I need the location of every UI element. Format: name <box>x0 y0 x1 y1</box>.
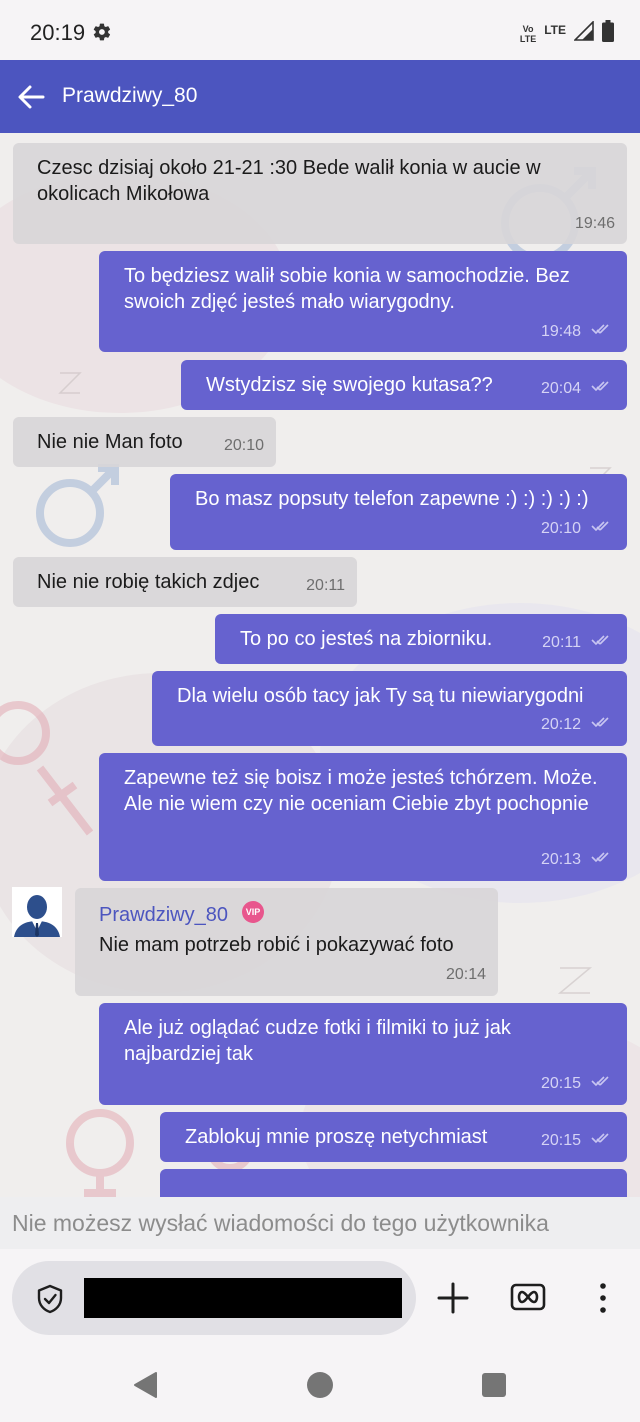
shield-check-icon[interactable] <box>34 1283 66 1315</box>
chat-area[interactable]: Czesc dzisiaj około 21-21 :30 Bede walił… <box>0 133 640 1197</box>
more-vertical-icon[interactable] <box>590 1281 616 1315</box>
message-text: Zapewne też się boisz i może jesteś tchó… <box>124 767 598 815</box>
message-bubble-outgoing[interactable]: To będziesz walił sobie konia w samochod… <box>99 251 627 352</box>
message-time: 20:15 <box>540 1075 581 1092</box>
status-time: 20:19 <box>30 20 86 45</box>
message-text: Zablokuj mnie proszę netychmiast <box>185 1126 488 1148</box>
message-time: 20:10 <box>223 437 264 454</box>
network-type: LTE <box>544 22 566 37</box>
message-time: 20:12 <box>540 716 581 733</box>
message-bubble-incoming[interactable]: Nie nie Man foto 20:10 <box>13 417 276 467</box>
message-bubble-outgoing[interactable]: Zapewne też się boisz i może jesteś tchó… <box>99 753 627 881</box>
message-time: 20:10 <box>540 520 581 537</box>
message-bubble-incoming[interactable]: Prawdziwy_80 VIP Nie mam potrzeb robić i… <box>75 888 498 996</box>
input-bar <box>0 1249 640 1343</box>
double-check-icon <box>591 717 609 728</box>
nav-back-icon[interactable] <box>132 1371 158 1404</box>
status-indicators: Vo LTE LTE <box>520 20 614 47</box>
message-time: 20:13 <box>540 851 581 868</box>
sender-name[interactable]: Prawdziwy_80 <box>99 902 228 928</box>
chat-title[interactable]: Prawdziwy_80 <box>62 84 197 108</box>
redacted-input-content[interactable] <box>84 1278 402 1318</box>
message-text: Czesc dzisiaj około 21-21 :30 Bede walił… <box>37 157 541 205</box>
double-check-icon <box>591 1133 609 1144</box>
status-bar: 20:19 Vo LTE LTE <box>0 0 640 60</box>
double-check-icon <box>591 852 609 863</box>
message-text: Nie mam potrzeb robić i pokazywać foto <box>99 934 454 956</box>
message-bubble-outgoing[interactable]: To po co jesteś na zbiorniku. 20:11 <box>215 614 627 664</box>
double-check-icon <box>591 1076 609 1087</box>
double-check-icon <box>591 381 609 392</box>
message-bubble-outgoing[interactable]: Zablokuj mnie proszę netychmiast 20:15 <box>160 1112 627 1162</box>
message-bubble-incoming[interactable]: Nie nie robię takich zdjec 20:11 <box>13 557 357 607</box>
message-text: To będziesz walił sobie konia w samochod… <box>124 265 570 313</box>
message-time: 19:48 <box>540 323 581 340</box>
message-time: 20:14 <box>445 966 486 983</box>
message-time: 20:15 <box>540 1132 581 1149</box>
app-bar: Prawdziwy_80 <box>0 60 640 133</box>
message-text: Ale już oglądać cudze fotki i filmiki to… <box>124 1017 511 1065</box>
message-bubble-incoming[interactable]: Czesc dzisiaj około 21-21 :30 Bede walił… <box>13 143 627 244</box>
message-bubble-outgoing-partial[interactable] <box>160 1169 627 1197</box>
message-text: Dla wielu osób tacy jak Ty są tu niewiar… <box>177 685 584 707</box>
message-input-pill[interactable] <box>12 1261 416 1335</box>
message-bubble-outgoing[interactable]: Wstydzisz się swojego kutasa?? 20:04 <box>181 360 627 410</box>
blocked-notice: Nie możesz wysłać wiadomości do tego uży… <box>0 1197 640 1249</box>
message-text: Wstydzisz się swojego kutasa?? <box>206 374 493 396</box>
battery-icon <box>602 20 614 47</box>
nav-home-icon[interactable] <box>307 1372 333 1398</box>
message-time: 19:46 <box>574 215 615 232</box>
volte-indicator: Vo LTE <box>520 24 536 44</box>
message-time: 20:11 <box>306 577 345 594</box>
message-time: 20:04 <box>540 380 581 397</box>
system-nav-bar <box>0 1343 640 1422</box>
vip-badge: VIP <box>242 901 264 923</box>
message-text: Nie nie Man foto <box>37 431 183 453</box>
message-text: Bo masz popsuty telefon zapewne :) :) :)… <box>195 488 589 510</box>
plus-icon[interactable] <box>434 1279 472 1317</box>
double-check-icon <box>591 324 609 335</box>
double-check-icon <box>591 521 609 532</box>
nav-recents-icon[interactable] <box>482 1373 506 1397</box>
signal-icon <box>573 20 594 46</box>
message-bubble-outgoing[interactable]: Dla wielu osób tacy jak Ty są tu niewiar… <box>152 671 627 746</box>
message-text: Nie nie robię takich zdjec <box>37 571 260 593</box>
infinity-icon[interactable] <box>510 1281 546 1313</box>
gear-icon <box>92 22 112 47</box>
double-check-icon <box>591 635 609 646</box>
message-text: To po co jesteś na zbiorniku. <box>240 628 493 650</box>
message-bubble-outgoing[interactable]: Ale już oglądać cudze fotki i filmiki to… <box>99 1003 627 1105</box>
volte-top-label: Vo <box>522 23 534 34</box>
volte-bottom-label: LTE <box>519 33 537 44</box>
avatar[interactable] <box>12 887 62 937</box>
message-bubble-outgoing[interactable]: Bo masz popsuty telefon zapewne :) :) :)… <box>170 474 627 550</box>
message-time: 20:11 <box>542 634 581 651</box>
back-arrow-icon[interactable] <box>16 82 46 112</box>
